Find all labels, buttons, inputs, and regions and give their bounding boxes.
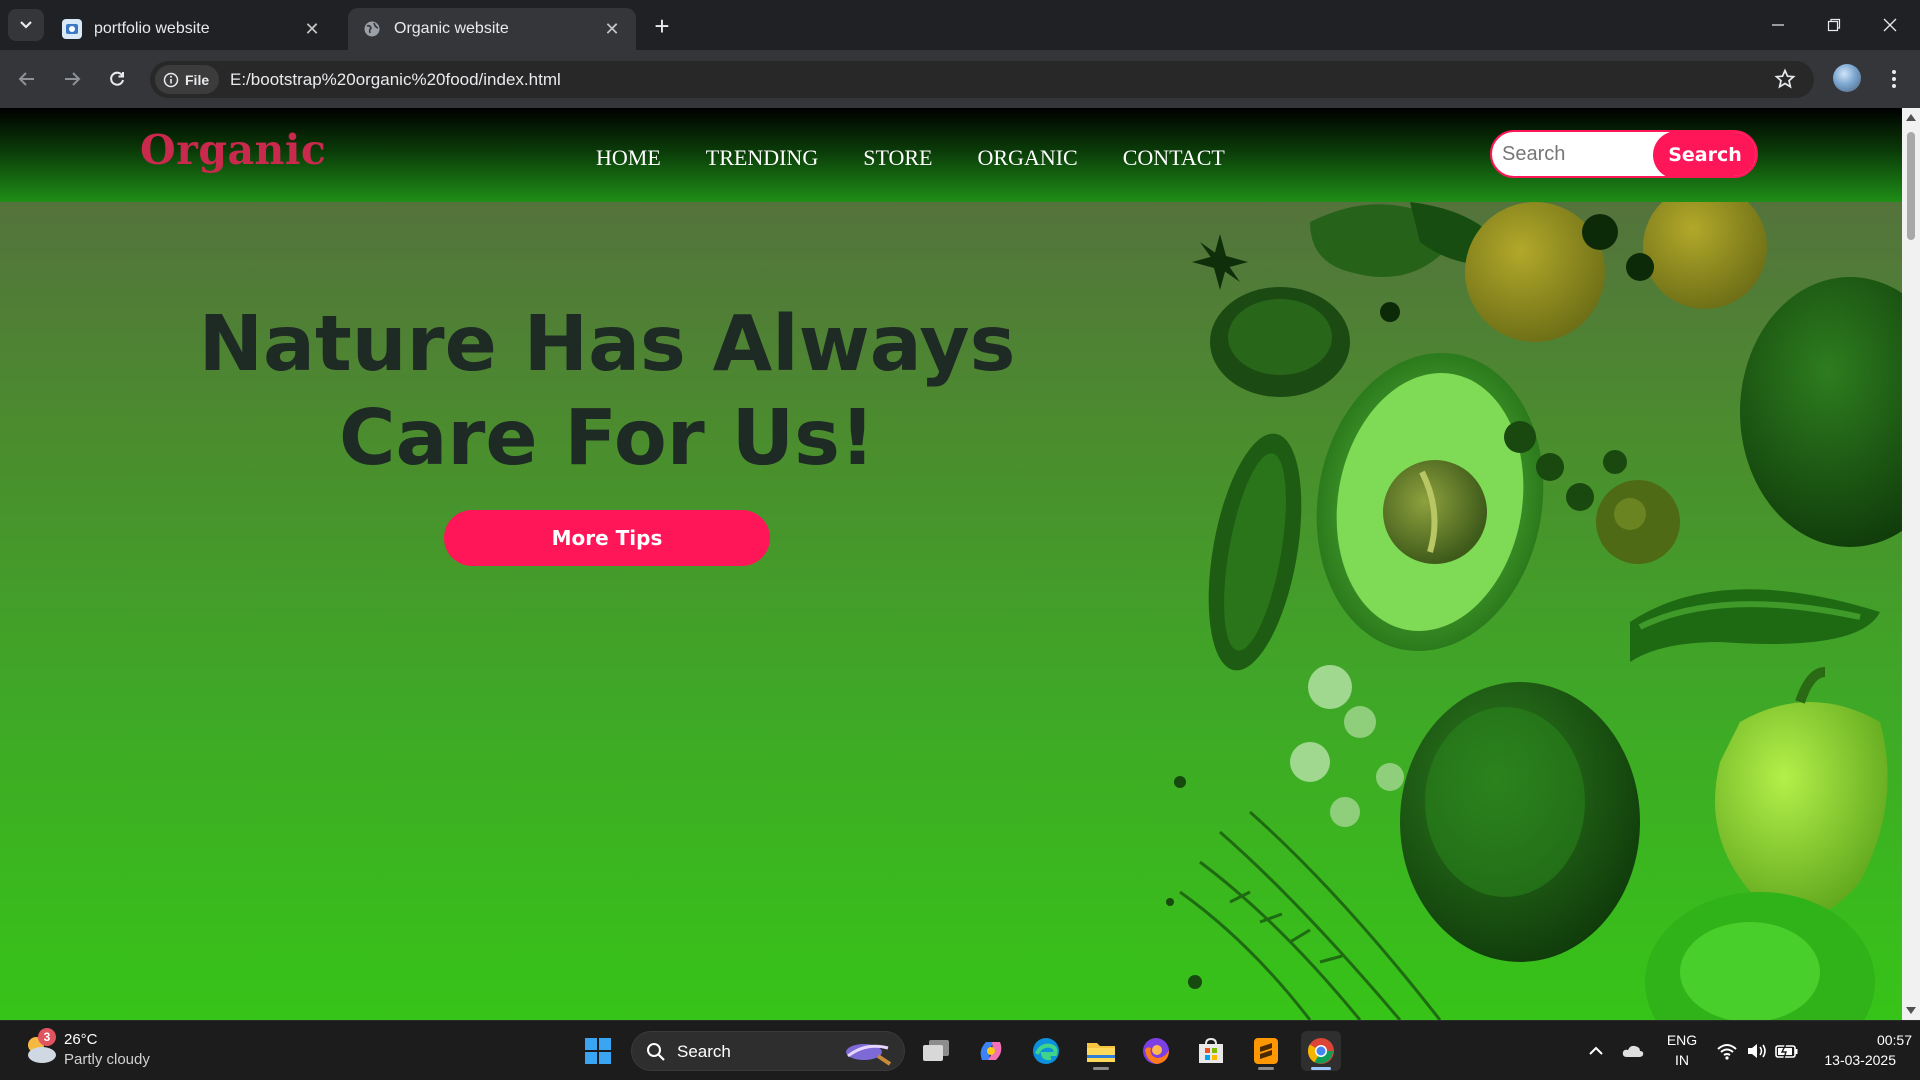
site-search-button[interactable]: Search	[1653, 132, 1756, 176]
restore-button[interactable]	[1806, 0, 1862, 50]
browser-toolbar: File E:/bootstrap%20organic%20food/index…	[0, 50, 1920, 108]
volume-icon[interactable]	[1744, 1031, 1770, 1071]
file-explorer-icon[interactable]	[1081, 1031, 1121, 1071]
region-indicator[interactable]: IN	[1664, 1052, 1700, 1068]
search-icon	[647, 1043, 665, 1061]
page-viewport: Organic HOME TRENDING STORE ORGANIC CONT…	[0, 108, 1902, 1020]
onedrive-cloud-icon[interactable]	[1618, 1031, 1648, 1071]
sublime-text-icon[interactable]	[1246, 1031, 1286, 1071]
weather-alert-badge: 3	[38, 1028, 56, 1046]
app-running-indicator	[1258, 1067, 1274, 1070]
vegetables-image	[1166, 202, 1902, 1020]
nav-link-store[interactable]: STORE	[863, 145, 932, 171]
url-text[interactable]: E:/bootstrap%20organic%20food/index.html	[230, 70, 561, 90]
microsoft-store-icon[interactable]	[1191, 1031, 1231, 1071]
scroll-down-icon[interactable]	[1906, 1007, 1916, 1014]
nav-link-contact[interactable]: CONTACT	[1123, 145, 1225, 171]
scheme-label: File	[185, 71, 210, 88]
profile-avatar[interactable]	[1833, 64, 1861, 92]
weather-description: Partly cloudy	[64, 1051, 150, 1068]
language-indicator[interactable]: ENG	[1664, 1032, 1700, 1048]
hero-title: Nature Has Always Care For Us!	[198, 300, 1016, 483]
close-icon[interactable]: ✕	[602, 19, 622, 39]
site-navbar: Organic HOME TRENDING STORE ORGANIC CONT…	[0, 108, 1902, 202]
back-button[interactable]	[11, 63, 43, 95]
hero-section: Nature Has Always Care For Us! More Tips	[0, 202, 1902, 1020]
battery-charging-icon[interactable]	[1774, 1031, 1800, 1071]
bookmark-star-icon[interactable]	[1774, 68, 1796, 95]
nav-link-home[interactable]: HOME	[596, 145, 661, 171]
globe-icon	[362, 19, 382, 39]
app-running-indicator	[1093, 1067, 1109, 1070]
clock-date[interactable]: 13-03-2025	[1800, 1052, 1896, 1068]
reload-button[interactable]	[101, 63, 133, 95]
address-bar[interactable]: File E:/bootstrap%20organic%20food/index…	[150, 61, 1814, 98]
site-search-form: Search	[1490, 130, 1758, 178]
close-icon[interactable]: ✕	[302, 19, 322, 39]
tab-title: Organic website	[394, 20, 509, 37]
copilot-icon[interactable]	[971, 1031, 1011, 1071]
forward-button[interactable]	[56, 63, 88, 95]
minimize-icon	[1772, 24, 1784, 26]
tab-organic-website[interactable]: Organic website ✕	[348, 8, 636, 50]
more-tips-button[interactable]: More Tips	[444, 510, 770, 566]
portfolio-favicon-icon	[62, 19, 82, 39]
show-hidden-icons-icon[interactable]	[1582, 1031, 1610, 1071]
chrome-icon[interactable]	[1301, 1031, 1341, 1071]
edge-icon[interactable]	[1026, 1031, 1066, 1071]
task-view-icon[interactable]	[916, 1031, 956, 1071]
firefox-icon[interactable]	[1136, 1031, 1176, 1071]
new-tab-button[interactable]: +	[648, 11, 676, 41]
chevron-down-icon	[20, 21, 32, 29]
reload-icon	[110, 71, 124, 86]
restore-icon	[1827, 18, 1841, 32]
close-window-button[interactable]	[1862, 0, 1918, 50]
weather-temperature: 26°C	[64, 1031, 98, 1048]
back-arrow-icon	[18, 72, 34, 86]
forward-arrow-icon	[65, 72, 81, 86]
windows-start-icon[interactable]	[578, 1031, 618, 1071]
site-search-input[interactable]	[1492, 132, 1662, 176]
site-info-button[interactable]: File	[155, 65, 220, 94]
tab-title: portfolio website	[94, 20, 210, 37]
wifi-icon[interactable]	[1714, 1031, 1740, 1071]
browser-menu-icon[interactable]	[1880, 64, 1908, 94]
app-active-indicator	[1311, 1067, 1331, 1070]
close-icon	[1883, 18, 1897, 32]
nav-links: HOME TRENDING STORE ORGANIC CONTACT	[596, 145, 1270, 171]
scroll-up-icon[interactable]	[1906, 114, 1916, 121]
windows-taskbar: 3 26°C Partly cloudy Search ENG IN 00:57…	[0, 1020, 1920, 1080]
scrollbar-thumb[interactable]	[1907, 132, 1915, 240]
nav-link-trending[interactable]: TRENDING	[706, 145, 818, 171]
nav-link-organic[interactable]: ORGANIC	[978, 145, 1078, 171]
tab-search-button[interactable]	[8, 9, 44, 41]
page-scrollbar[interactable]	[1902, 108, 1920, 1020]
minimize-button[interactable]	[1750, 0, 1806, 50]
clock-time[interactable]: 00:57	[1816, 1032, 1912, 1048]
tab-portfolio-website[interactable]: portfolio website ✕	[48, 8, 336, 50]
info-icon	[163, 72, 179, 87]
search-highlight-icon	[846, 1044, 892, 1066]
browser-tab-bar: portfolio website ✕ Organic website ✕ +	[0, 0, 1920, 50]
site-logo[interactable]: Organic	[140, 126, 326, 174]
taskbar-search-box[interactable]: Search	[631, 1031, 905, 1071]
taskbar-search-label: Search	[677, 1042, 731, 1061]
